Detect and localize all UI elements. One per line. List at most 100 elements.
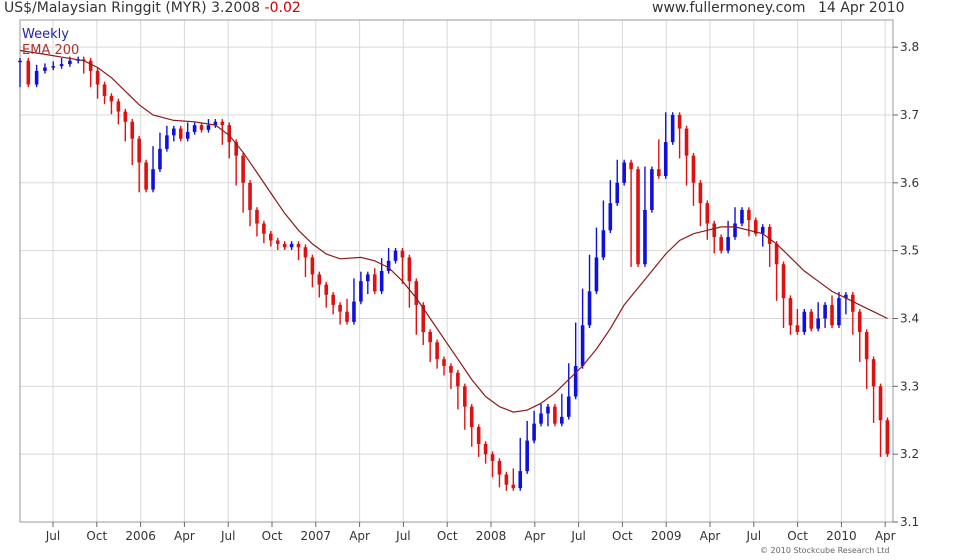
candle-body (483, 443, 488, 455)
candle-body (220, 121, 225, 126)
candle-body (601, 230, 606, 258)
y-tick-label: 3.5 (900, 244, 919, 258)
candle-body (795, 325, 800, 333)
candle-body (116, 101, 121, 112)
candle-body (560, 416, 564, 424)
y-tick-label: 3.6 (900, 176, 919, 190)
candle-body (726, 237, 730, 251)
candle-body (823, 304, 827, 319)
candle-body (275, 240, 280, 244)
candle-body (691, 155, 696, 183)
candle-body (670, 114, 675, 143)
y-axis: 3.1 3.2 3.3 3.4 3.5 3.6 3.7 3.8 (893, 40, 919, 529)
candle-body (51, 66, 56, 68)
candle-body (643, 209, 647, 265)
candle-body (227, 125, 232, 143)
candle-body (269, 233, 273, 241)
x-tick-label: 2009 (651, 529, 682, 543)
candle-body (43, 67, 47, 71)
candle-body (525, 440, 529, 472)
candle-body (518, 471, 523, 489)
candle-body (165, 135, 169, 149)
candle-body (310, 257, 315, 275)
candle-body (677, 114, 682, 129)
candle-body (456, 372, 460, 387)
legend-ema: EMA 200 (22, 43, 80, 58)
x-tick-label: 2006 (125, 529, 156, 543)
candle-body (539, 413, 543, 424)
candle-body (324, 284, 329, 295)
candle-body (144, 162, 148, 190)
candle-body (469, 406, 474, 428)
candle-body (303, 247, 308, 258)
candle-body (192, 125, 197, 132)
candle-body (400, 250, 405, 258)
plot-frame (19, 19, 894, 523)
grid (20, 20, 893, 523)
x-tick-label: 2007 (301, 529, 332, 543)
candle-body (733, 223, 737, 238)
candle-body (698, 182, 703, 204)
candle-body (172, 128, 176, 136)
y-tick-label: 3.3 (900, 379, 919, 393)
candle-body (151, 169, 155, 190)
candle-body (504, 474, 509, 485)
y-tick-label: 3.2 (900, 447, 919, 461)
candle-body (241, 155, 245, 183)
x-tick-label: Jul (395, 529, 410, 543)
candle-body (123, 111, 128, 122)
candle-body (185, 131, 190, 139)
candle-body (34, 70, 39, 85)
x-tick-label: 2008 (476, 529, 507, 543)
candle-body (442, 359, 446, 366)
candle-body (88, 60, 93, 71)
candle-body (414, 281, 419, 305)
copyright-label: © 2010 Stockcube Research Ltd (760, 546, 890, 555)
candle-body (372, 274, 377, 292)
x-tick-label: Jul (570, 529, 585, 543)
chart: 3.13.23.33.43.53.63.73.8 Jul Oct 2006 Apr Ju… (18, 19, 919, 543)
candle-body (809, 311, 814, 329)
candle-body (255, 209, 259, 224)
candle-body (760, 226, 765, 234)
candle-body (816, 318, 820, 329)
candle-body (206, 125, 211, 130)
candle-body (497, 460, 502, 475)
x-tick-label: Jul (45, 529, 60, 543)
candle-body (740, 209, 744, 224)
candle-body (331, 294, 335, 305)
candle-body (248, 182, 252, 210)
candle-body (857, 311, 862, 333)
candle-body (345, 311, 349, 322)
candle-body (802, 311, 807, 333)
x-tick-label: Oct (612, 529, 633, 543)
x-tick-label: Apr (875, 529, 896, 543)
candle-body (476, 427, 481, 444)
candle-body (767, 226, 772, 244)
y-tick-label: 3.4 (900, 311, 919, 325)
candle-body (435, 342, 439, 360)
candle-body (102, 84, 107, 96)
candle-body (580, 325, 585, 366)
x-tick-label: Apr (524, 529, 545, 543)
candle-body (130, 121, 135, 139)
x-tick-label: Apr (174, 529, 195, 543)
candle-body (289, 243, 294, 248)
x-axis: Jul Oct 2006 Apr Jul Oct 2007 Apr Jul Oct 2008 Apr J… (45, 522, 896, 543)
candle-body (629, 162, 633, 170)
candle-body (366, 274, 370, 282)
candle-body (428, 332, 432, 343)
candle-body (532, 423, 536, 441)
candle-body (95, 70, 100, 85)
candle-body (26, 60, 31, 85)
candle-body (684, 128, 689, 156)
candle-body (407, 257, 412, 282)
candle-body (712, 223, 717, 238)
candle-body (18, 60, 22, 63)
candle-body (511, 484, 516, 489)
candle-body (553, 406, 557, 424)
candle-body (650, 169, 654, 210)
candle-body (705, 203, 710, 224)
candle-body (719, 237, 723, 251)
x-tick-label: Jul (746, 529, 761, 543)
